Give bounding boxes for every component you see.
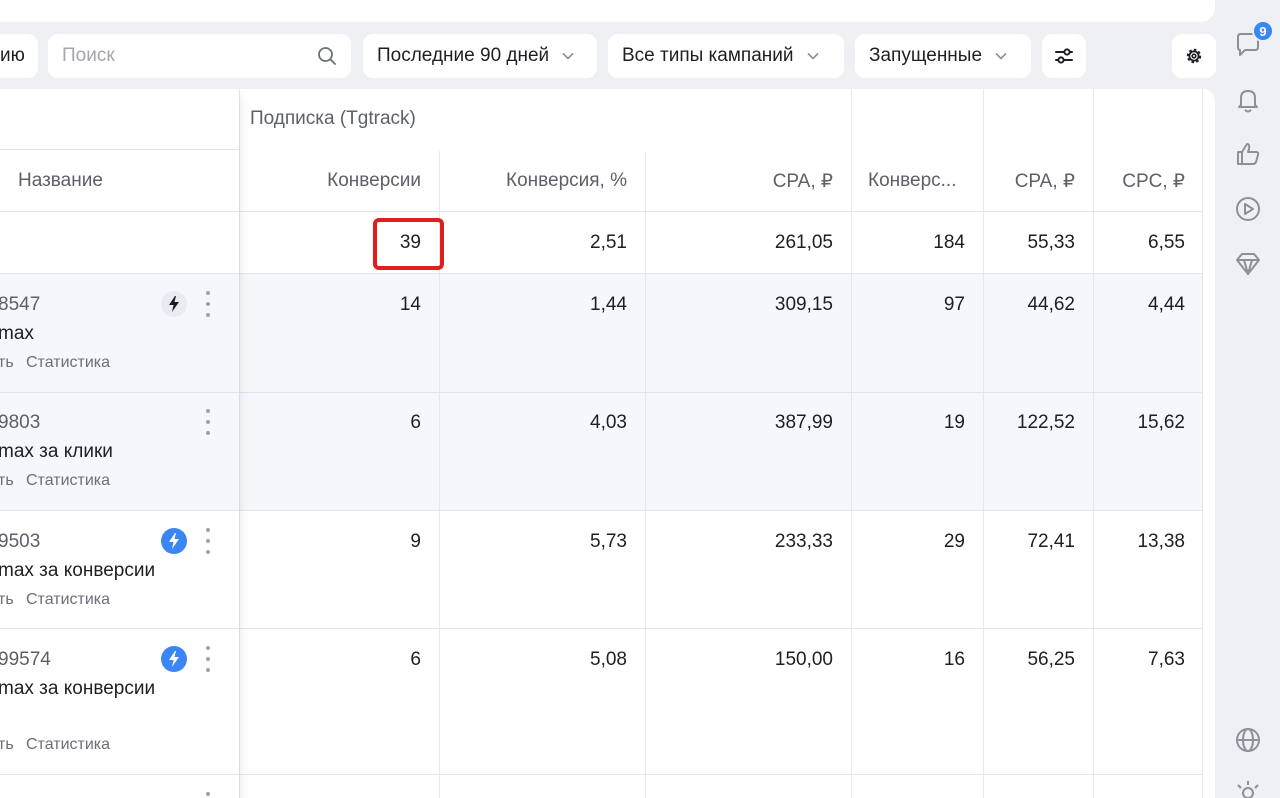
- more-vertical-icon[interactable]: [205, 528, 211, 554]
- globe-icon[interactable]: [1233, 725, 1263, 755]
- row-conversion-rate: 5,73: [590, 531, 627, 552]
- row-cpc: 7,63: [1148, 649, 1185, 670]
- row-cpa: 233,33: [774, 531, 833, 552]
- cut-off-button-label: ию: [0, 45, 25, 66]
- row-conversions-2: 19: [943, 412, 965, 433]
- campaign-edit-link[interactable]: ть: [0, 591, 14, 609]
- column-header-conversions[interactable]: Конверсии: [327, 170, 421, 192]
- campaign-types-dropdown-label: Все типы кампаний: [622, 45, 794, 66]
- row-cpc: 4,44: [1148, 294, 1185, 315]
- row-cpa-2: 122,52: [1016, 412, 1075, 433]
- row-cpc: 13,38: [1137, 531, 1185, 552]
- search-input[interactable]: [62, 45, 302, 67]
- row-conversions: 6: [410, 412, 421, 433]
- campaign-stats-link[interactable]: Статистика: [26, 354, 110, 372]
- sliders-icon: [1055, 48, 1073, 64]
- row-conversions-2: 29: [943, 531, 965, 552]
- row-cpa: 150,00: [774, 649, 833, 670]
- column-header-conversions-2[interactable]: Конверс...: [868, 170, 956, 192]
- total-conversion-rate: 2,51: [590, 232, 627, 253]
- settings-button[interactable]: [1172, 34, 1216, 78]
- divider: [1202, 89, 1203, 798]
- right-sidebar: [1218, 0, 1280, 798]
- row-conversion-rate: 4,03: [590, 412, 627, 433]
- status-dropdown-label: Запущенные: [869, 45, 983, 66]
- search-icon[interactable]: [317, 46, 337, 66]
- search-box[interactable]: [48, 34, 351, 78]
- gear-icon: [1186, 48, 1202, 64]
- campaign-name[interactable]: max: [0, 323, 34, 345]
- row-conversion-rate: 1,44: [590, 294, 627, 315]
- toolbar: ию Последние 90 дней Все типы кампаний З…: [0, 34, 1216, 78]
- row-conversions: 14: [399, 294, 421, 315]
- chevron-down-icon: [995, 52, 1007, 60]
- chevron-down-icon: [806, 52, 819, 60]
- divider: [983, 89, 984, 798]
- status-dropdown[interactable]: Запущенные: [855, 34, 1031, 78]
- total-cpa: 261,05: [774, 232, 833, 253]
- sun-icon[interactable]: [1233, 778, 1263, 798]
- campaign-id[interactable]: 9503: [0, 531, 40, 553]
- column-header-name[interactable]: Название: [18, 170, 103, 192]
- divider: [645, 151, 646, 798]
- row-conversions: 9: [410, 531, 421, 552]
- notification-badge: 9: [1252, 20, 1274, 42]
- highlight-annotation: [373, 218, 444, 270]
- top-panel: [0, 0, 1215, 22]
- campaign-stats-link[interactable]: Статистика: [26, 736, 110, 754]
- campaign-edit-link[interactable]: ть: [0, 736, 14, 754]
- campaign-id[interactable]: 99574: [0, 649, 51, 671]
- campaign-stats-link[interactable]: Статистика: [26, 591, 110, 609]
- more-vertical-icon[interactable]: [205, 409, 211, 435]
- cut-off-button[interactable]: ию: [0, 34, 38, 78]
- campaign-edit-link[interactable]: ть: [0, 472, 14, 490]
- more-vertical-icon[interactable]: [205, 792, 211, 798]
- row-cpa-2: 72,41: [1027, 531, 1075, 552]
- divider: [851, 89, 852, 798]
- campaign-stats-link[interactable]: Статистика: [26, 472, 110, 490]
- campaign-id[interactable]: 8547: [0, 294, 40, 316]
- more-vertical-icon[interactable]: [205, 291, 211, 317]
- campaign-name[interactable]: max за конверсии: [0, 678, 155, 700]
- period-dropdown-label: Последние 90 дней: [377, 45, 550, 66]
- divider: [1093, 89, 1094, 798]
- period-dropdown[interactable]: Последние 90 дней: [363, 34, 597, 78]
- row-cpa-2: 44,62: [1027, 294, 1075, 315]
- campaign-name[interactable]: max за конверсии: [0, 560, 155, 582]
- campaign-edit-link[interactable]: ть: [0, 354, 14, 372]
- row-conversions-2: 97: [943, 294, 965, 315]
- total-cpc: 6,55: [1148, 232, 1185, 253]
- total-conversions-2: 184: [933, 232, 965, 253]
- column-header-cpa[interactable]: CPA, ₽: [773, 170, 833, 193]
- thumbs-up-icon[interactable]: [1233, 139, 1263, 169]
- row-cpc: 15,62: [1137, 412, 1185, 433]
- campaign-id[interactable]: 9803: [0, 412, 40, 434]
- filter-settings-button[interactable]: [1042, 34, 1086, 78]
- row-conversion-rate: 5,08: [590, 649, 627, 670]
- column-header-conversion-rate[interactable]: Конверсия, %: [506, 170, 627, 192]
- autotarget-bolt-icon[interactable]: [161, 528, 187, 554]
- row-cpa: 309,15: [774, 294, 833, 315]
- row-conversions: 6: [410, 649, 421, 670]
- divider: [239, 89, 240, 798]
- autotarget-bolt-icon[interactable]: [161, 646, 187, 672]
- diamond-icon[interactable]: [1233, 249, 1263, 279]
- total-cpa-2: 55,33: [1027, 232, 1075, 253]
- autotarget-bolt-icon[interactable]: [161, 291, 187, 317]
- column-header-cpc[interactable]: CPC, ₽: [1122, 170, 1185, 193]
- chevron-down-icon: [562, 52, 574, 60]
- bell-icon[interactable]: [1233, 85, 1263, 115]
- group-header-tgtrack: Подписка (Tgtrack): [250, 108, 416, 129]
- row-cpa-2: 56,25: [1027, 649, 1075, 670]
- column-header-cpa-2[interactable]: CPA, ₽: [1015, 170, 1075, 193]
- campaign-types-dropdown[interactable]: Все типы кампаний: [608, 34, 844, 78]
- more-vertical-icon[interactable]: [205, 646, 211, 672]
- row-cpa: 387,99: [774, 412, 833, 433]
- campaigns-table: Подписка (Tgtrack) Название Конверсии Ко…: [0, 89, 1215, 798]
- campaign-name[interactable]: max за клики: [0, 441, 113, 463]
- play-icon[interactable]: [1233, 194, 1263, 224]
- row-conversions-2: 16: [943, 649, 965, 670]
